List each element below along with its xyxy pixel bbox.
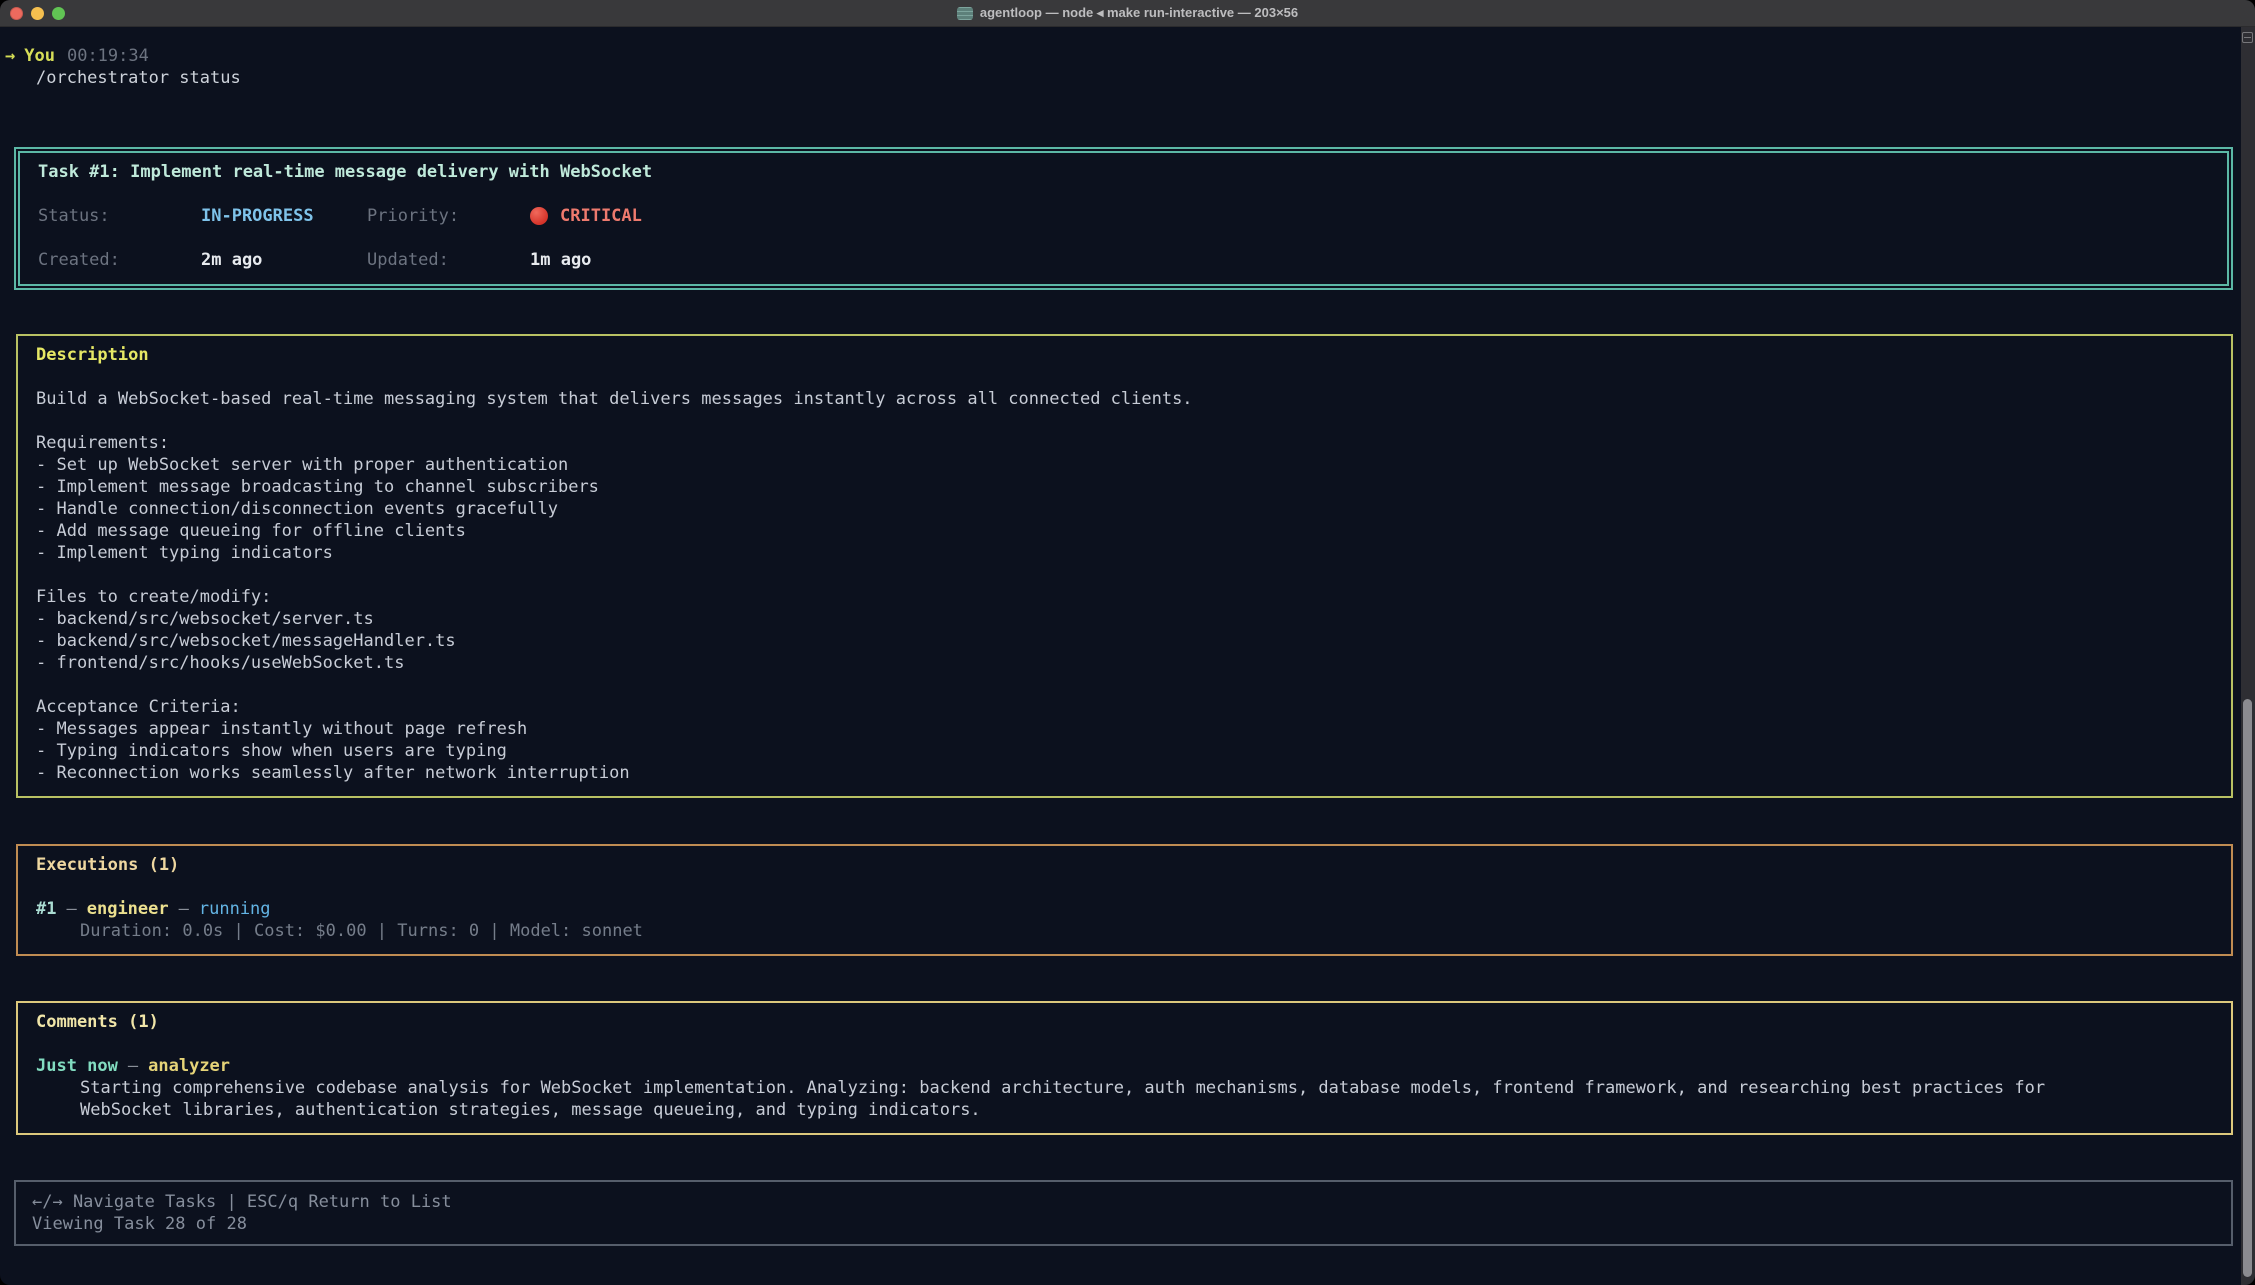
priority-label: Priority: (367, 205, 530, 227)
command-text: /orchestrator status (0, 67, 2255, 89)
description-box: Description Build a WebSocket-based real… (16, 334, 2233, 798)
description-header: Description (36, 344, 2213, 366)
separator-dash: — (128, 1056, 138, 1076)
split-pane-icon[interactable] (2242, 32, 2253, 43)
updated-label: Updated: (367, 249, 530, 271)
window-title-text: agentloop — node ◂ make run-interactive … (980, 5, 1298, 21)
task-summary-box: Task #1: Implement real-time message del… (14, 147, 2233, 290)
comments-header: Comments (1) (36, 1011, 2213, 1033)
status-value: IN-PROGRESS (201, 205, 367, 227)
comment-author: analyzer (148, 1056, 230, 1076)
executions-header: Executions (1) (36, 854, 2213, 876)
terminal-icon (957, 7, 973, 20)
zoom-button[interactable] (52, 7, 65, 20)
execution-id: #1 (36, 899, 56, 919)
task-title: Task #1: Implement real-time message del… (38, 161, 2227, 183)
terminal-screen[interactable]: → You 00:19:34 /orchestrator status Task #… (0, 27, 2255, 1285)
priority-value-wrap: CRITICAL (530, 205, 642, 227)
status-bar: ←/→ Navigate Tasks | ESC/q Return to Lis… (14, 1180, 2233, 1246)
execution-item: #1 — engineer — running (36, 898, 2213, 920)
separator-dash: — (179, 899, 189, 919)
prompt-timestamp: 00:19:34 (67, 46, 149, 66)
critical-priority-icon (530, 207, 548, 225)
task-pagination: Viewing Task 28 of 28 (32, 1213, 2215, 1235)
execution-state: running (199, 899, 271, 919)
comment-author-line: Just now — analyzer (36, 1055, 2213, 1077)
description-body: Build a WebSocket-based real-time messag… (36, 388, 2213, 784)
prompt-line: → You 00:19:34 (0, 45, 2255, 67)
created-label: Created: (38, 249, 201, 271)
updated-value: 1m ago (530, 249, 591, 271)
keybinding-hints: ←/→ Navigate Tasks | ESC/q Return to Lis… (32, 1191, 2215, 1213)
priority-value: CRITICAL (560, 205, 642, 227)
terminal-window: agentloop — node ◂ make run-interactive … (0, 0, 2255, 1285)
minimize-button[interactable] (31, 7, 44, 20)
scrollbar-track[interactable] (2241, 27, 2255, 1285)
comment-time: Just now (36, 1056, 118, 1076)
scrollbar-thumb[interactable] (2243, 699, 2252, 1277)
traffic-lights (10, 0, 65, 27)
execution-agent: engineer (87, 899, 169, 919)
task-dates-row: Created: 2m ago Updated: 1m ago (38, 249, 2227, 271)
prompt-user: You (24, 46, 55, 66)
created-value: 2m ago (201, 249, 367, 271)
comments-box: Comments (1) Just now — analyzer Starting … (16, 1001, 2233, 1135)
prompt-arrow-icon: → (5, 46, 15, 66)
status-label: Status: (38, 205, 201, 227)
executions-box: Executions (1) #1 — engineer — running Durat… (16, 844, 2233, 956)
separator-dash: — (66, 899, 76, 919)
task-status-row: Status: IN-PROGRESS Priority: CRITICAL (38, 205, 2227, 227)
window-title: agentloop — node ◂ make run-interactive … (957, 5, 1298, 21)
execution-meta: Duration: 0.0s | Cost: $0.00 | Turns: 0 … (36, 920, 2213, 942)
comment-body: Starting comprehensive codebase analysis… (36, 1077, 2213, 1121)
titlebar: agentloop — node ◂ make run-interactive … (0, 0, 2255, 27)
close-button[interactable] (10, 7, 23, 20)
